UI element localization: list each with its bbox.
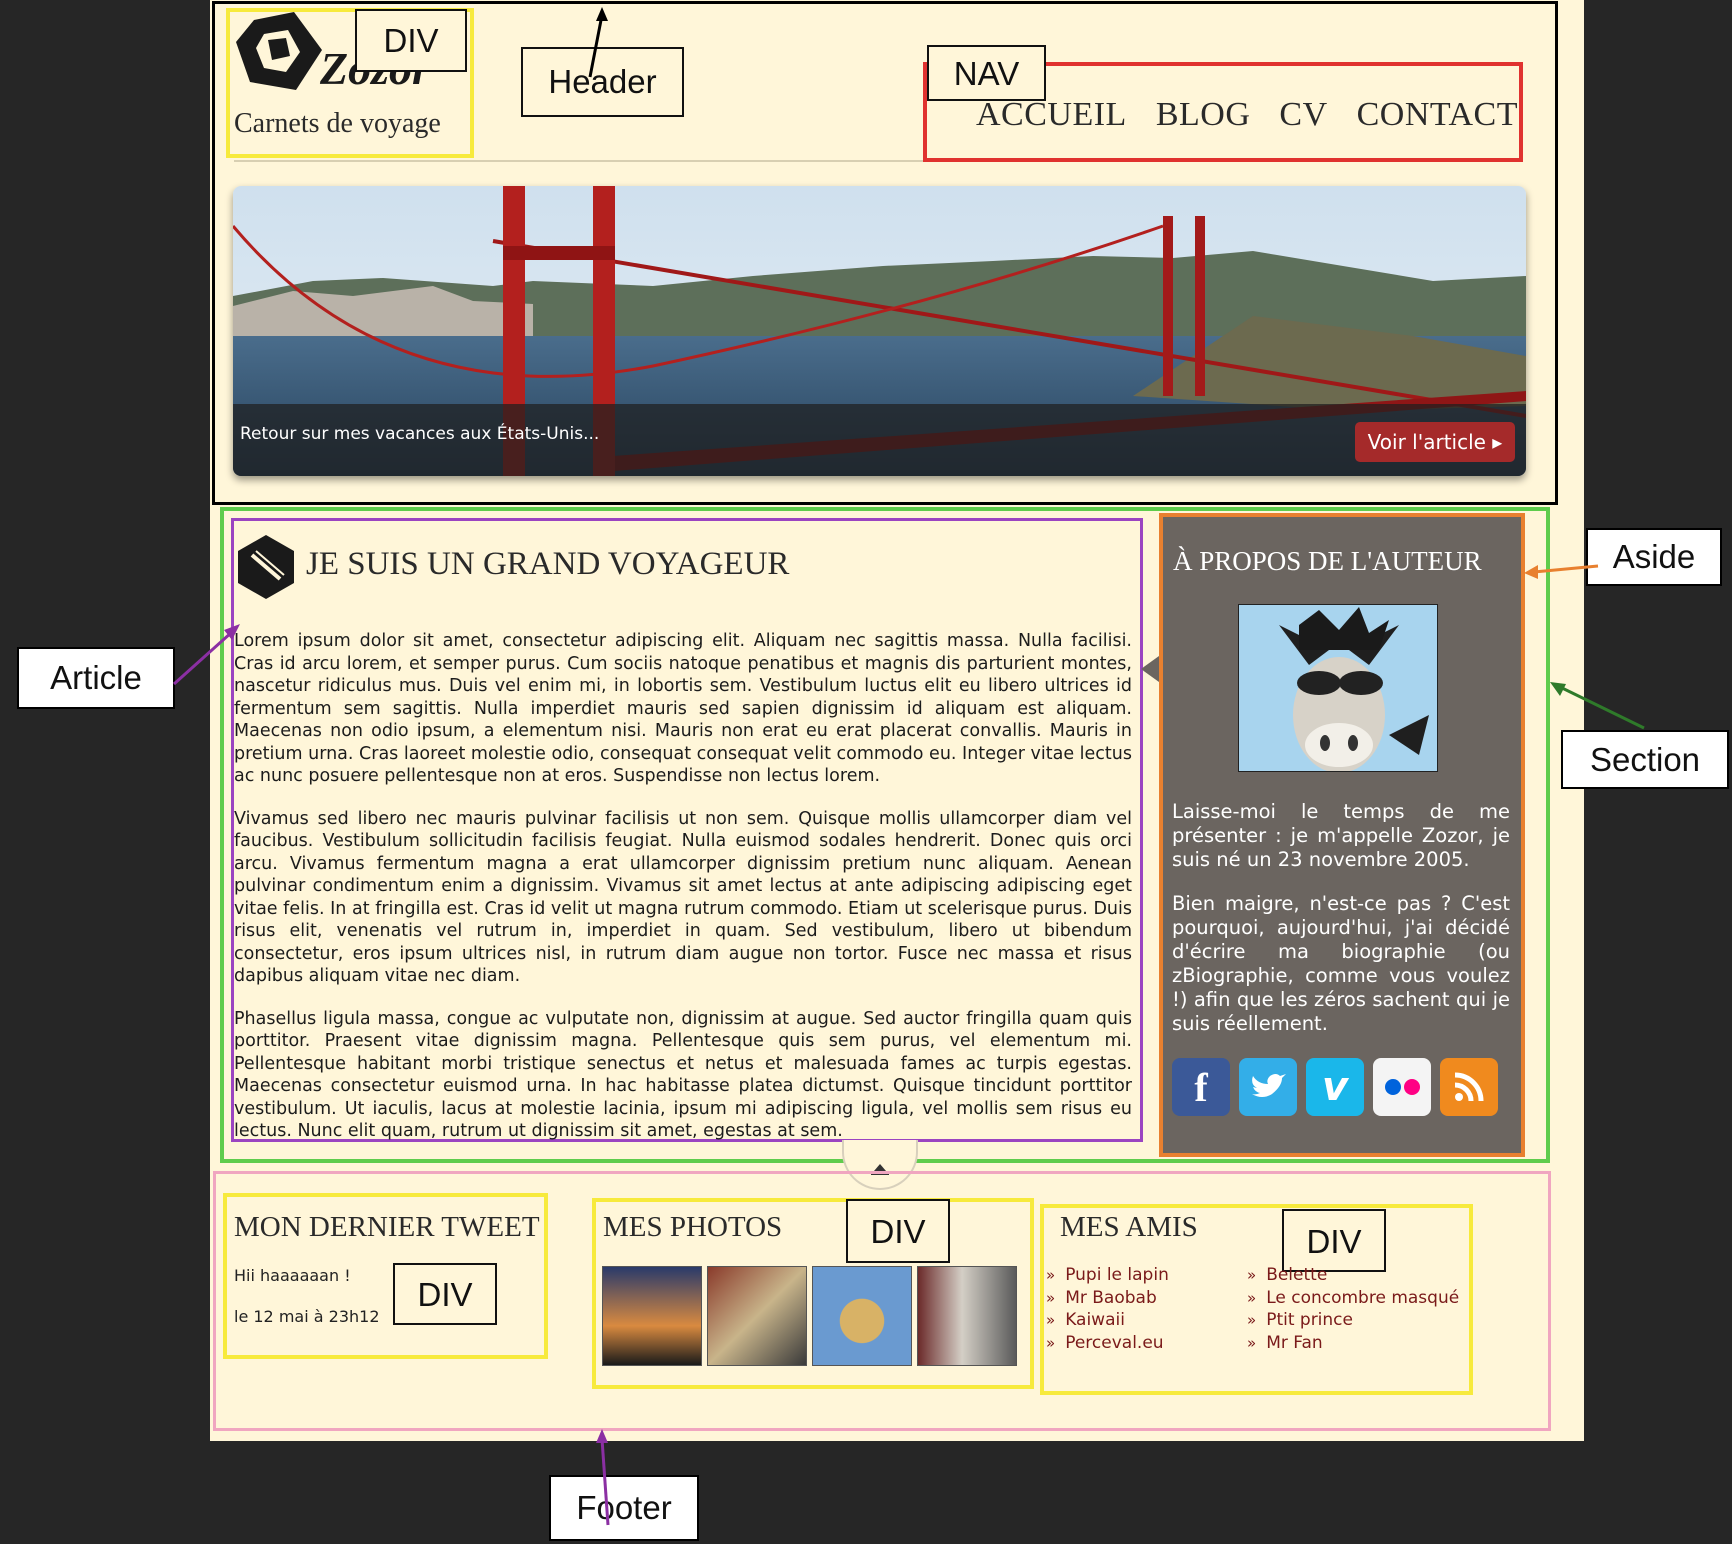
footer-arrow: [596, 1429, 610, 1526]
section-arrow: [1550, 682, 1645, 730]
friend-link[interactable]: Mr Fan: [1247, 1332, 1467, 1355]
article-title-icon: [238, 535, 294, 599]
friends-col-1: Pupi le lapin Mr Baobab Kaiwaii Perceval…: [1046, 1264, 1236, 1354]
photo-skyline[interactable]: [602, 1266, 702, 1366]
twitter-bird-icon: [1252, 1074, 1286, 1097]
rss-glyph-icon: [1454, 1072, 1484, 1102]
article-paragraph-2: Vivamus sed libero nec mauris pulvinar f…: [234, 808, 1132, 987]
friend-link[interactable]: Pupi le lapin: [1046, 1264, 1236, 1287]
label-nav: NAV: [927, 45, 1046, 101]
friend-link[interactable]: Ptit prince: [1247, 1309, 1467, 1332]
aside-pointer: [1141, 656, 1159, 682]
logo-icon: [236, 12, 322, 90]
article-title: JE SUIS UN GRAND VOYAGEUR: [306, 546, 790, 582]
photo-statue[interactable]: [917, 1266, 1017, 1366]
author-avatar: [1238, 604, 1438, 772]
nav-accueil[interactable]: ACCUEIL: [976, 96, 1127, 146]
article-paragraph-1: Lorem ipsum dolor sit amet, consectetur …: [234, 631, 1133, 786]
friend-link[interactable]: Perceval.eu: [1046, 1332, 1236, 1355]
rss-icon[interactable]: [1440, 1058, 1498, 1116]
label-article: Article: [17, 647, 175, 709]
photo-grid: [602, 1266, 1022, 1368]
photos-title: MES PHOTOS: [603, 1211, 783, 1243]
flickr-icon[interactable]: [1373, 1058, 1431, 1116]
facebook-icon[interactable]: f: [1172, 1058, 1230, 1116]
label-section: Section: [1561, 730, 1729, 789]
friends-title: MES AMIS: [1060, 1211, 1198, 1243]
tweet-title: MON DERNIER TWEET: [234, 1211, 540, 1243]
photo-street[interactable]: [707, 1266, 807, 1366]
label-div-photos: DIV: [846, 1199, 950, 1263]
twitter-icon[interactable]: [1239, 1058, 1297, 1116]
header-divider: [234, 160, 924, 162]
header-arrow: [588, 7, 608, 78]
photo-dome[interactable]: [812, 1266, 912, 1366]
aside-body: Laisse-moi le temps de me présenter : je…: [1172, 800, 1510, 1056]
friend-link[interactable]: Belette: [1247, 1264, 1467, 1287]
tweet-text: Hii haaaaaan !: [234, 1266, 351, 1285]
donkey-avatar-icon: [1279, 607, 1429, 771]
label-div-friends: DIV: [1282, 1209, 1386, 1272]
read-article-button[interactable]: Voir l'article ▸: [1355, 422, 1515, 462]
nav-links: ACCUEIL BLOG CV CONTACT: [976, 96, 1517, 146]
label-div-logo: DIV: [355, 9, 467, 72]
aside-title: À PROPOS DE L'AUTEUR: [1173, 546, 1482, 576]
nav-contact[interactable]: CONTACT: [1357, 96, 1518, 146]
banner: Retour sur mes vacances aux États-Unis..…: [233, 186, 1526, 476]
social-links: f v: [1172, 1058, 1512, 1118]
aside-paragraph-2: Bien maigre, n'est-ce pas ? C'est pourqu…: [1172, 892, 1510, 1035]
article-body: Lorem ipsum dolor sit amet, consectetur …: [234, 630, 1132, 1163]
label-div-tweet: DIV: [393, 1263, 497, 1325]
caret-up-icon: [874, 1164, 886, 1171]
tweet-date: le 12 mai à 23h12: [234, 1307, 380, 1326]
logo-tagline: Carnets de voyage: [234, 108, 441, 139]
friends-col-2: Belette Le concombre masqué Ptit prince …: [1247, 1264, 1467, 1354]
aside-arrow: [1524, 564, 1599, 579]
vimeo-icon[interactable]: v: [1306, 1058, 1364, 1116]
friend-link[interactable]: Kaiwaii: [1046, 1309, 1236, 1332]
aside-paragraph-1: Laisse-moi le temps de me présenter : je…: [1172, 800, 1510, 871]
article-paragraph-3: Phasellus ligula massa, congue ac vulput…: [234, 1008, 1132, 1142]
article-arrow: [172, 624, 240, 686]
friend-link[interactable]: Le concombre masqué: [1247, 1287, 1467, 1310]
friend-link[interactable]: Mr Baobab: [1046, 1287, 1236, 1310]
nav-cv[interactable]: CV: [1279, 96, 1327, 146]
flickr-blue-dot: [1384, 1079, 1401, 1095]
nav-blog[interactable]: BLOG: [1156, 96, 1251, 146]
banner-caption: Retour sur mes vacances aux États-Unis..…: [240, 424, 600, 444]
flickr-pink-dot: [1403, 1079, 1420, 1095]
